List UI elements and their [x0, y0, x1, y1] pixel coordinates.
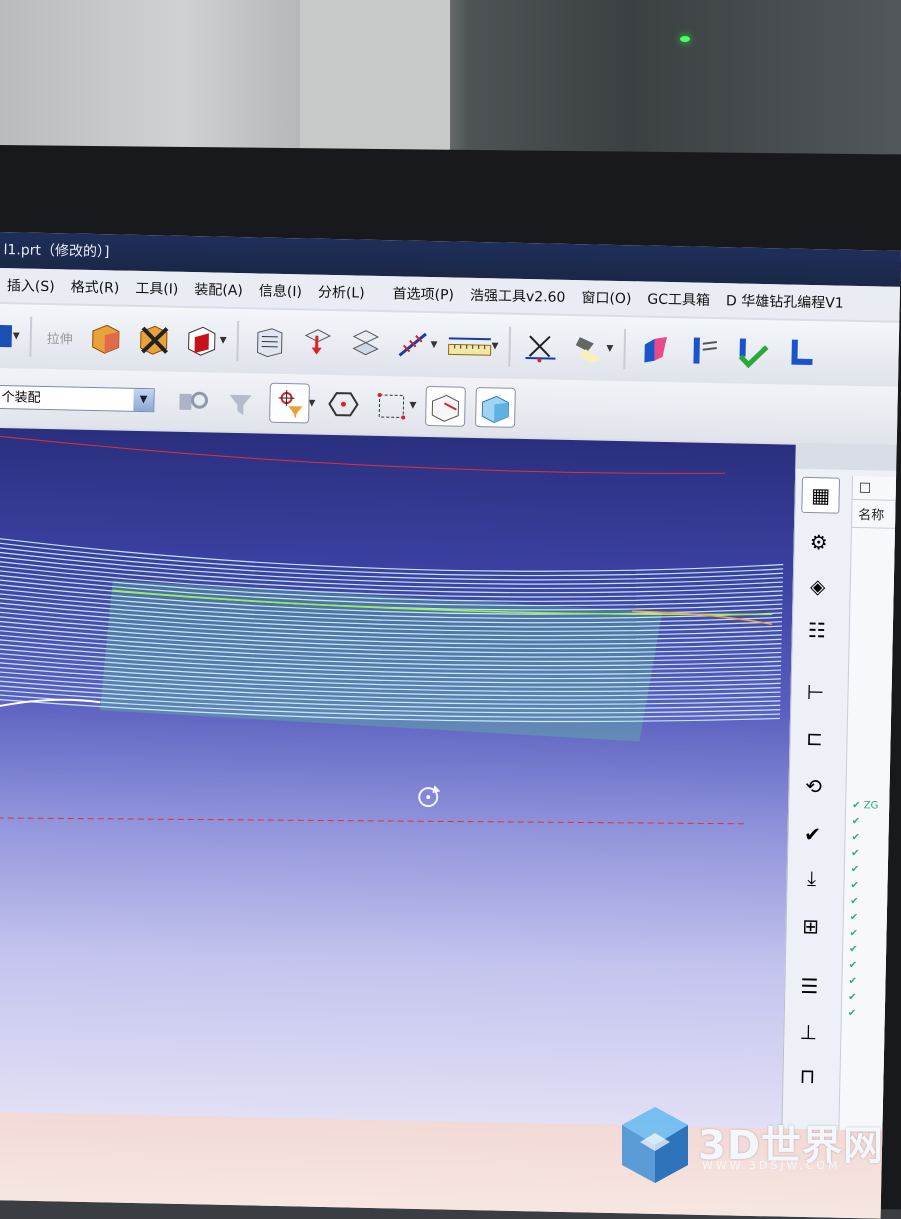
filter-funnel-icon[interactable] — [221, 383, 260, 422]
background-pillar — [300, 0, 450, 150]
unite-icon[interactable] — [86, 319, 125, 358]
rectangle-select-icon[interactable] — [372, 386, 411, 425]
machine-navigator-icon[interactable]: ⊏ — [796, 721, 833, 756]
rotate-cursor-icon — [418, 785, 441, 808]
cam-verify-icon[interactable] — [732, 332, 771, 371]
resource-bar: ▦ ⚙ ◈ ☷ ⊢ ⊏ ⟲ ✔ ⤓ ⊞ ☰ ⊥ ⊓ □ 名称 ✔ ZG ✔ ✔ … — [780, 468, 901, 1158]
verify-icon[interactable]: ✔ — [794, 817, 831, 852]
sidebar-tool-icon[interactable]: ⊥ — [790, 1015, 827, 1050]
menu-information[interactable]: 信息(I) — [251, 280, 310, 301]
column-header-name[interactable]: 名称 — [851, 499, 901, 530]
operation-navigator-icon[interactable]: ⊢ — [797, 675, 834, 710]
status-led — [680, 36, 690, 42]
menu-tools[interactable]: 工具(I) — [127, 278, 186, 299]
menu-gc-toolbox[interactable]: GC工具箱 — [639, 288, 718, 310]
assembly-navigator-icon[interactable]: ▦ — [801, 476, 841, 514]
view-wireframe-icon[interactable] — [424, 385, 466, 427]
lighting-icon[interactable] — [569, 329, 608, 368]
watermark: 3D世界网 WWW.3DSJW.COM — [620, 1105, 890, 1185]
assembly-filter-value: 个装配 — [1, 390, 41, 406]
menu-preferences[interactable]: 首选项(P) — [384, 283, 462, 305]
part-navigator-icon[interactable]: ◈ — [799, 569, 836, 604]
navigator-header-icon[interactable]: □ — [859, 480, 872, 495]
toolpath-line — [0, 546, 784, 581]
red-boundary-line — [0, 435, 726, 474]
cam-tool-2-icon[interactable] — [684, 331, 723, 370]
reuse-library-icon[interactable]: ☷ — [798, 613, 835, 648]
toolpath-line — [0, 541, 784, 577]
layers-icon[interactable]: ☰ — [791, 969, 828, 1004]
process-icon[interactable]: ⤓ — [793, 861, 830, 896]
menu-analysis[interactable]: 分析(L) — [310, 282, 373, 303]
navigator-header: □ — [852, 475, 901, 502]
view-shaded-icon[interactable] — [474, 386, 516, 428]
hexagon-point-icon[interactable] — [324, 385, 363, 424]
chevron-down-icon[interactable]: ▼ — [133, 388, 154, 412]
thicken-icon[interactable] — [345, 324, 384, 363]
intersect-icon[interactable] — [182, 321, 221, 360]
toolpath-canvas — [0, 435, 784, 825]
red-axis-line — [0, 817, 748, 825]
menu-format[interactable]: 格式(R) — [62, 276, 127, 297]
snap-point-filter-icon[interactable] — [269, 382, 310, 424]
toolbar-separator — [29, 316, 33, 357]
offset-face-icon[interactable] — [297, 323, 336, 362]
graphics-viewport[interactable] — [0, 427, 796, 1145]
analyze-axis-icon[interactable] — [521, 328, 560, 367]
menu-haoqiang-tools[interactable]: 浩强工具v2.60 — [462, 285, 574, 307]
watermark-cube-logo — [622, 1107, 688, 1183]
subtract-icon[interactable] — [134, 320, 173, 359]
constraint-navigator-icon[interactable]: ⚙ — [800, 525, 837, 560]
measure-distance-icon[interactable] — [393, 325, 432, 364]
tool-library-icon[interactable]: ⊞ — [792, 909, 829, 944]
assembly-filter-select[interactable]: 个装配 ▼ — [0, 384, 155, 413]
menu-insert[interactable]: 插入(S) — [0, 275, 63, 296]
toolpath-line — [0, 537, 784, 572]
watermark-url: WWW.3DSJW.COM — [702, 1159, 841, 1172]
extrude-button[interactable]: 拉伸 — [42, 318, 77, 357]
save-icon[interactable] — [0, 317, 14, 355]
assembly-parts-icon[interactable] — [173, 382, 212, 421]
toolbar-separator — [622, 329, 626, 370]
face-table-icon[interactable] — [249, 322, 288, 361]
cam-tool-3-icon[interactable] — [780, 333, 819, 372]
menu-window[interactable]: 窗口(O) — [573, 287, 639, 308]
toolbar-separator — [507, 326, 511, 367]
menu-huaxiong-drilling[interactable]: D 华雄钻孔编程V1 — [718, 290, 852, 313]
white-edge-line — [0, 698, 101, 709]
monitor-screen: l1.prt（修改的）] 插入(S) 格式(R) 工具(I) 装配(A) 信息(… — [0, 232, 901, 1219]
roles-icon[interactable]: ⊓ — [789, 1059, 826, 1094]
cam-tool-1-icon[interactable] — [636, 330, 675, 369]
history-icon[interactable]: ⟲ — [795, 769, 832, 804]
background-room — [0, 0, 901, 160]
toolbar-separator — [236, 320, 240, 362]
window-title: l1.prt（修改的）] — [3, 242, 110, 261]
menu-assembly[interactable]: 装配(A) — [186, 279, 251, 300]
ruler-icon[interactable] — [446, 326, 493, 365]
